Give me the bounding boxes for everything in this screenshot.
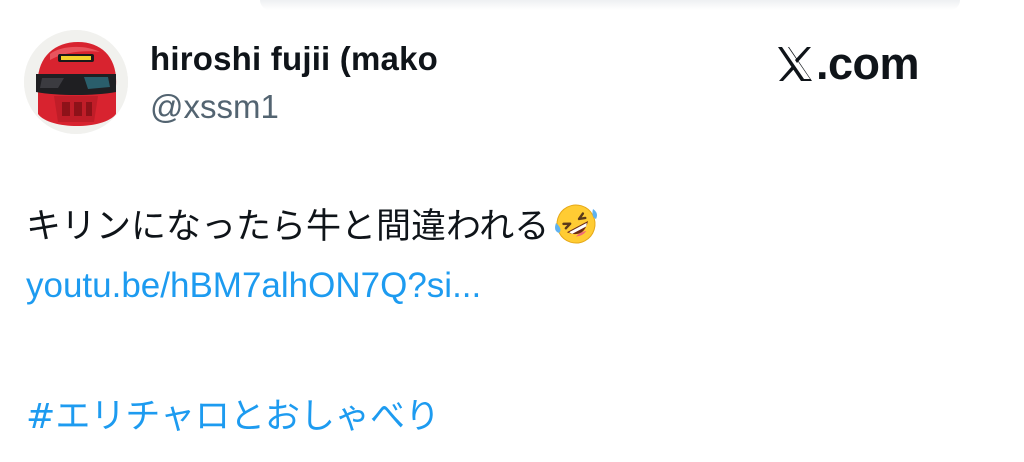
brand-domain-text: .com	[816, 38, 920, 89]
tweet-hashtag[interactable]: #エリチャロとおしゃべり	[26, 388, 440, 439]
tweet-card: hiroshi fujii (mako @xssm1 .com キリンになったら…	[0, 0, 1024, 462]
tweet-text-body: キリンになったら牛と間違われる	[26, 207, 550, 247]
avatar[interactable]	[24, 30, 128, 134]
x-logo-icon	[778, 47, 812, 81]
brand-logo: .com	[776, 38, 920, 90]
tweet-text: キリンになったら牛と間違われる	[26, 198, 599, 249]
rolling-on-floor-laughing-emoji	[555, 204, 598, 243]
author-display-name[interactable]: hiroshi fujii (mako	[150, 40, 438, 78]
helmet-avatar-icon	[24, 30, 128, 134]
tweet-link[interactable]: youtu.be/hBM7alhON7Q?si...	[26, 266, 481, 306]
author-handle[interactable]: @xssm1	[150, 88, 279, 126]
